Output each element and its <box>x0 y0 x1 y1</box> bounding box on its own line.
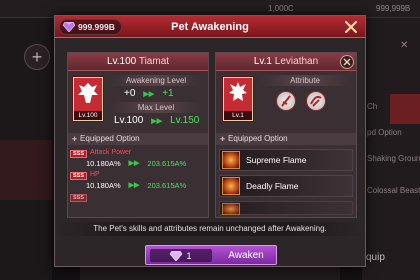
material-pet-name: Leviathan <box>274 56 319 67</box>
max-level-row: Lv.100 ▶▶ Lv.150 <box>114 115 199 126</box>
portrait-level: Lv.1 <box>224 111 252 120</box>
awakening-level-label: Awakening Level <box>108 75 204 86</box>
attribute-dark-icon[interactable] <box>306 91 326 111</box>
option-name: Attack Power <box>90 149 132 156</box>
flame-icon <box>222 151 240 169</box>
option-values: 10.180A% ▶▶ 203.615A% <box>86 159 186 168</box>
current-pet-level: Lv.100 <box>106 56 137 67</box>
right-panel <box>362 18 420 280</box>
option-row: SSS Attack Power 10.180A% ▶▶ 203.615A% <box>70 149 206 169</box>
arrow-icon: ▶▶ <box>128 160 140 167</box>
skill-name: Supreme Flame <box>246 155 307 165</box>
option-values: 10.180A% ▶▶ 203.615A% <box>86 181 186 190</box>
plus-icon[interactable]: + <box>24 44 50 70</box>
awaken-quantity: 1 <box>186 250 192 261</box>
currency-gems: 999,999B <box>376 4 411 13</box>
option-row: SSS HP 10.180A% ▶▶ 203.615A% <box>70 171 206 191</box>
right-list-item: pd Option <box>367 128 402 137</box>
dragon-icon <box>78 83 98 103</box>
leviathan-icon <box>229 82 247 101</box>
material-pet-level: Lv.1 <box>253 56 272 67</box>
material-pet-header: Lv.1 Leviathan <box>216 53 356 71</box>
right-list-item: Colossal Beast <box>367 186 420 195</box>
awaken-button[interactable]: 1 Awaken <box>145 245 277 265</box>
left-banner <box>0 140 52 200</box>
current-pet-card: Lv.100 Tiamat Lv.100 Awakening Level +0 … <box>67 52 209 218</box>
awakening-note: The Pet's skills and attributes remain u… <box>55 222 365 236</box>
current-pet-name: Tiamat <box>138 56 170 67</box>
gem-icon <box>63 22 75 32</box>
portrait-level: Lv.100 <box>74 111 102 120</box>
equipped-option-header: Equipped Option <box>68 133 208 145</box>
close-icon[interactable]: ✕ <box>400 40 408 51</box>
skill-name: Deadly Flame <box>246 181 299 191</box>
awakening-level-row: +0 ▶▶ +1 <box>124 88 174 99</box>
arrow-icon: ▶▶ <box>151 117 163 125</box>
currency-gold: 1,000C <box>268 4 294 13</box>
option-row: SSS <box>70 193 206 213</box>
close-icon[interactable] <box>343 19 359 35</box>
max-level-to: Lv.150 <box>170 115 200 126</box>
arrow-icon: ▶▶ <box>128 182 140 189</box>
gem-icon <box>170 250 183 261</box>
flame-icon <box>222 203 240 215</box>
awaken-cost: 1 <box>150 249 212 262</box>
max-level-label: Max Level <box>108 102 204 113</box>
skill-row[interactable]: Deadly Flame <box>219 175 353 197</box>
right-list-item: Shaking Groun <box>367 154 420 163</box>
skill-row[interactable]: Supreme Flame <box>219 149 353 171</box>
option-to: 203.615A% <box>147 159 187 168</box>
awakening-to: +1 <box>162 88 174 99</box>
attribute-label: Attribute <box>258 75 352 86</box>
arrow-icon: ▶▶ <box>143 90 155 98</box>
awakening-from: +0 <box>124 88 136 99</box>
awaken-label: Awaken <box>228 250 264 261</box>
max-level-from: Lv.100 <box>114 115 144 126</box>
flame-icon <box>222 177 240 195</box>
remove-icon[interactable] <box>340 55 354 69</box>
grade-badge: SSS <box>70 150 88 158</box>
material-pet-card: Lv.1 Leviathan Lv.1 Attribute Equipped O… <box>215 52 357 218</box>
option-from: 10.180A% <box>86 159 121 168</box>
equipped-option-header: Equipped Option <box>216 133 356 145</box>
current-pet-portrait[interactable]: Lv.100 <box>73 77 103 121</box>
current-pet-header: Lv.100 Tiamat <box>68 53 208 71</box>
gem-balance: 999.999B <box>59 19 122 35</box>
attribute-fire-icon[interactable] <box>276 91 296 111</box>
pet-awakening-dialog: Pet Awakening 999.999B Lv.100 Tiamat Lv.… <box>54 15 366 267</box>
option-from: 10.180A% <box>86 181 121 190</box>
right-list-item: Ch <box>367 102 378 111</box>
gem-amount: 999.999B <box>78 22 115 32</box>
red-slot[interactable] <box>390 94 420 124</box>
dialog-title: Pet Awakening <box>171 21 249 33</box>
option-name: HP <box>90 171 100 178</box>
material-pet-portrait[interactable]: Lv.1 <box>223 77 253 121</box>
option-to: 203.615A% <box>147 181 187 190</box>
grade-badge: SSS <box>70 172 88 180</box>
skill-row[interactable] <box>219 201 353 215</box>
grade-badge: SSS <box>70 194 88 202</box>
equip-button[interactable]: quip <box>366 252 385 263</box>
